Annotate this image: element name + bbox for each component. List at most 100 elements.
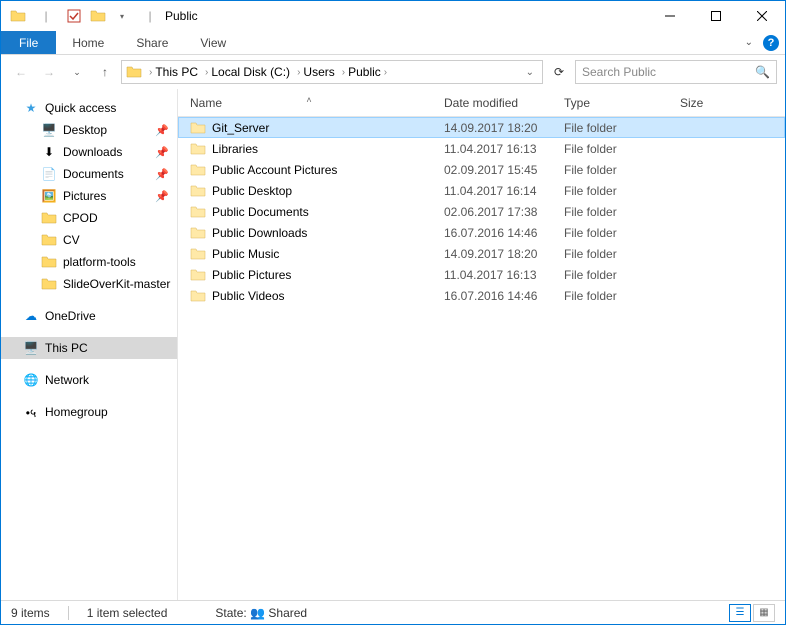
folder-icon	[190, 288, 206, 304]
table-row[interactable]: Git_Server14.09.2017 18:20File folder	[178, 117, 785, 138]
folder-icon	[41, 210, 57, 226]
downloads-icon: ⬇	[41, 144, 57, 160]
search-box[interactable]: 🔍	[575, 60, 777, 84]
sidebar-item[interactable]: ⬇ Downloads 📌	[1, 141, 177, 163]
maximize-button[interactable]	[693, 1, 739, 31]
breadcrumb[interactable]: ›Users	[294, 65, 335, 79]
network[interactable]: 🌐 Network	[1, 369, 177, 391]
file-name: Public Music	[212, 247, 279, 261]
up-button[interactable]: ↑	[93, 60, 117, 84]
pin-icon: 📌	[155, 124, 169, 137]
sidebar-item[interactable]: CV	[1, 229, 177, 251]
tab-view[interactable]: View	[184, 31, 242, 54]
sidebar-item-label: SlideOverKit-master	[63, 277, 170, 291]
qat-folder-icon[interactable]	[87, 5, 109, 27]
column-size[interactable]: Size	[672, 96, 742, 110]
pin-icon: 📌	[155, 146, 169, 159]
folder-icon	[190, 204, 206, 220]
address-bar[interactable]: ›This PC ›Local Disk (C:) ›Users ›Public…	[121, 60, 543, 84]
app-icon	[7, 5, 29, 27]
navigation-pane[interactable]: ★ Quick access 🖥️ Desktop 📌 ⬇ Downloads 📌 📄Doc…	[1, 89, 178, 600]
file-date: 11.04.2017 16:13	[436, 142, 556, 156]
file-name: Public Desktop	[212, 184, 292, 198]
this-pc[interactable]: 🖥️ This PC	[1, 337, 177, 359]
refresh-button[interactable]: ⟳	[547, 60, 571, 84]
column-name[interactable]: Name˄	[182, 96, 436, 110]
folder-icon	[190, 162, 206, 178]
file-tab[interactable]: File	[1, 31, 56, 54]
sidebar-item[interactable]: 🖼️Pictures📌	[1, 185, 177, 207]
back-button[interactable]: ←	[9, 60, 33, 84]
onedrive[interactable]: ☁ OneDrive	[1, 305, 177, 327]
desktop-icon: 🖥️	[41, 122, 57, 138]
breadcrumb[interactable]: ›Public›	[339, 65, 390, 79]
sidebar-item[interactable]: SlideOverKit-master	[1, 273, 177, 295]
close-button[interactable]	[739, 1, 785, 31]
view-large-button[interactable]: ▦	[753, 604, 775, 622]
tab-home[interactable]: Home	[56, 31, 120, 54]
table-row[interactable]: Public Downloads16.07.2016 14:46File fol…	[178, 222, 785, 243]
file-name: Git_Server	[212, 121, 269, 135]
folder-icon	[190, 267, 206, 283]
view-details-button[interactable]: ☰	[729, 604, 751, 622]
quick-access[interactable]: ★ Quick access	[1, 97, 177, 119]
minimize-button[interactable]	[647, 1, 693, 31]
search-input[interactable]	[582, 65, 755, 79]
breadcrumb[interactable]: ›Local Disk (C:)	[202, 65, 290, 79]
sidebar-item[interactable]: CPOD	[1, 207, 177, 229]
folder-icon	[41, 276, 57, 292]
column-headers[interactable]: Name˄ Date modified Type Size	[178, 89, 785, 117]
table-row[interactable]: Public Account Pictures02.09.2017 15:45F…	[178, 159, 785, 180]
ribbon-expand-icon[interactable]: ⌄	[745, 37, 753, 48]
recent-dropdown[interactable]: ⌄	[65, 60, 89, 84]
column-type[interactable]: Type	[556, 96, 672, 110]
table-row[interactable]: Libraries11.04.2017 16:13File folder	[178, 138, 785, 159]
qat-dropdown-icon[interactable]: ▾	[111, 5, 133, 27]
address-dropdown-icon[interactable]: ⌄	[522, 67, 538, 78]
file-date: 02.09.2017 15:45	[436, 163, 556, 177]
folder-icon	[190, 141, 206, 157]
content-pane: Name˄ Date modified Type Size Git_Server…	[178, 89, 785, 600]
folder-icon	[41, 254, 57, 270]
star-icon: ★	[23, 100, 39, 116]
sidebar-item-label: Downloads	[63, 145, 122, 159]
file-type: File folder	[556, 184, 672, 198]
window-title: Public	[165, 9, 198, 23]
status-count: 9 items	[11, 606, 50, 620]
forward-button[interactable]: →	[37, 60, 61, 84]
homegroup[interactable]: •५ Homegroup	[1, 401, 177, 423]
file-type: File folder	[556, 142, 672, 156]
titlebar[interactable]: | ▾ | Public	[1, 1, 785, 31]
status-selected: 1 item selected	[87, 606, 168, 620]
table-row[interactable]: Public Desktop11.04.2017 16:14File folde…	[178, 180, 785, 201]
help-icon[interactable]: ?	[763, 35, 779, 51]
sidebar-item[interactable]: platform-tools	[1, 251, 177, 273]
file-list[interactable]: Git_Server14.09.2017 18:20File folderLib…	[178, 117, 785, 600]
qat-checkbox-icon[interactable]	[63, 5, 85, 27]
folder-icon	[190, 183, 206, 199]
file-date: 11.04.2017 16:13	[436, 268, 556, 282]
breadcrumb[interactable]: ›This PC	[146, 65, 198, 79]
table-row[interactable]: Public Pictures11.04.2017 16:13File fold…	[178, 264, 785, 285]
cloud-icon: ☁	[23, 308, 39, 324]
sidebar-item[interactable]: 🖥️ Desktop 📌	[1, 119, 177, 141]
separator: |	[35, 5, 57, 27]
file-name: Public Videos	[212, 289, 285, 303]
table-row[interactable]: Public Documents02.06.2017 17:38File fol…	[178, 201, 785, 222]
tab-share[interactable]: Share	[120, 31, 184, 54]
file-type: File folder	[556, 247, 672, 261]
pictures-icon: 🖼️	[41, 188, 57, 204]
folder-icon	[190, 246, 206, 262]
sidebar-item-label: CV	[63, 233, 80, 247]
table-row[interactable]: Public Videos16.07.2016 14:46File folder	[178, 285, 785, 306]
sidebar-item-label: Desktop	[63, 123, 107, 137]
sidebar-item[interactable]: 📄Documents📌	[1, 163, 177, 185]
file-name: Public Documents	[212, 205, 309, 219]
column-date[interactable]: Date modified	[436, 96, 556, 110]
file-type: File folder	[556, 121, 672, 135]
homegroup-icon: •५	[23, 404, 39, 420]
table-row[interactable]: Public Music14.09.2017 18:20File folder	[178, 243, 785, 264]
folder-icon	[190, 225, 206, 241]
sidebar-item-label: platform-tools	[63, 255, 136, 269]
file-type: File folder	[556, 205, 672, 219]
